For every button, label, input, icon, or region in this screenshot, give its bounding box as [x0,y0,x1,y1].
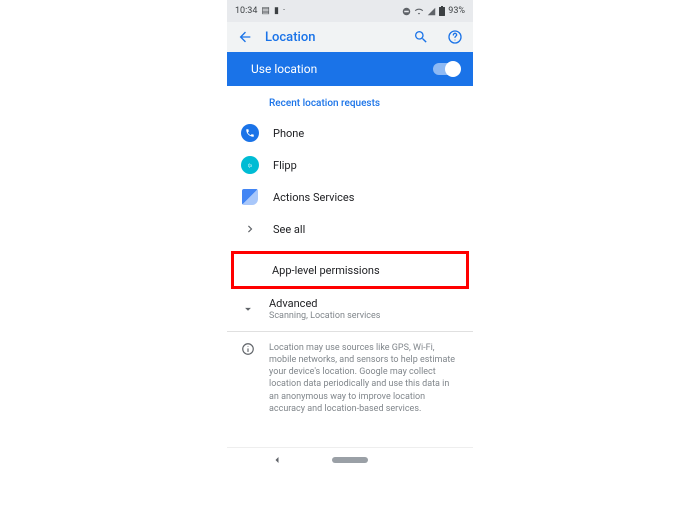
app-label: Phone [273,127,304,140]
nav-back-icon[interactable] [271,454,283,466]
app-label: Actions Services [273,191,354,204]
chevron-down-icon [241,302,255,316]
advanced-row[interactable]: Advanced Scanning, Location services [227,289,473,331]
page-title: Location [265,30,401,45]
nav-home-pill[interactable] [332,457,368,463]
info-text: Location may use sources like GPS, Wi-Fi… [269,342,459,415]
app-permissions-label: App-level permissions [272,264,380,277]
svg-text:fp: fp [248,162,253,169]
app-bar: Location [227,22,473,52]
actions-app-icon [242,189,258,205]
status-bar: 10:34 ▤ ▮ · 93% [227,0,473,22]
phone-app-icon [241,124,259,142]
flipp-app-icon: fp [241,156,259,174]
chevron-right-icon [241,220,259,238]
navigation-bar [227,447,473,473]
app-level-permissions-row[interactable]: App-level permissions [234,254,466,286]
dnd-icon [402,7,411,16]
status-time: 10:34 [235,6,257,16]
notification-icon: ▤ [261,6,270,16]
app-item-flipp[interactable]: fp Flipp [227,149,473,181]
use-location-label: Use location [251,62,433,76]
notification-dot: · [283,6,285,16]
battery-percent: 93% [448,6,465,16]
app-label: Flipp [273,159,297,172]
info-row: Location may use sources like GPS, Wi-Fi… [227,332,473,425]
signal-icon [427,7,436,16]
help-icon[interactable] [447,29,463,45]
info-icon [241,342,255,415]
phone-frame: 10:34 ▤ ▮ · 93% Location [227,0,473,473]
see-all-label: See all [273,223,305,236]
wifi-icon [414,7,424,16]
back-icon[interactable] [237,29,253,45]
battery-icon [439,6,445,16]
see-all-row[interactable]: See all [227,213,473,245]
advanced-sub: Scanning, Location services [269,311,380,321]
highlight-annotation: App-level permissions [231,251,469,289]
app-item-actions[interactable]: Actions Services [227,181,473,213]
use-location-switch[interactable] [433,63,459,75]
advanced-label: Advanced [269,297,380,310]
use-location-row[interactable]: Use location [227,52,473,86]
app-item-phone[interactable]: Phone [227,117,473,149]
search-icon[interactable] [413,29,429,45]
notification-icon-2: ▮ [274,6,279,16]
recent-requests-header: Recent location requests [227,86,473,117]
